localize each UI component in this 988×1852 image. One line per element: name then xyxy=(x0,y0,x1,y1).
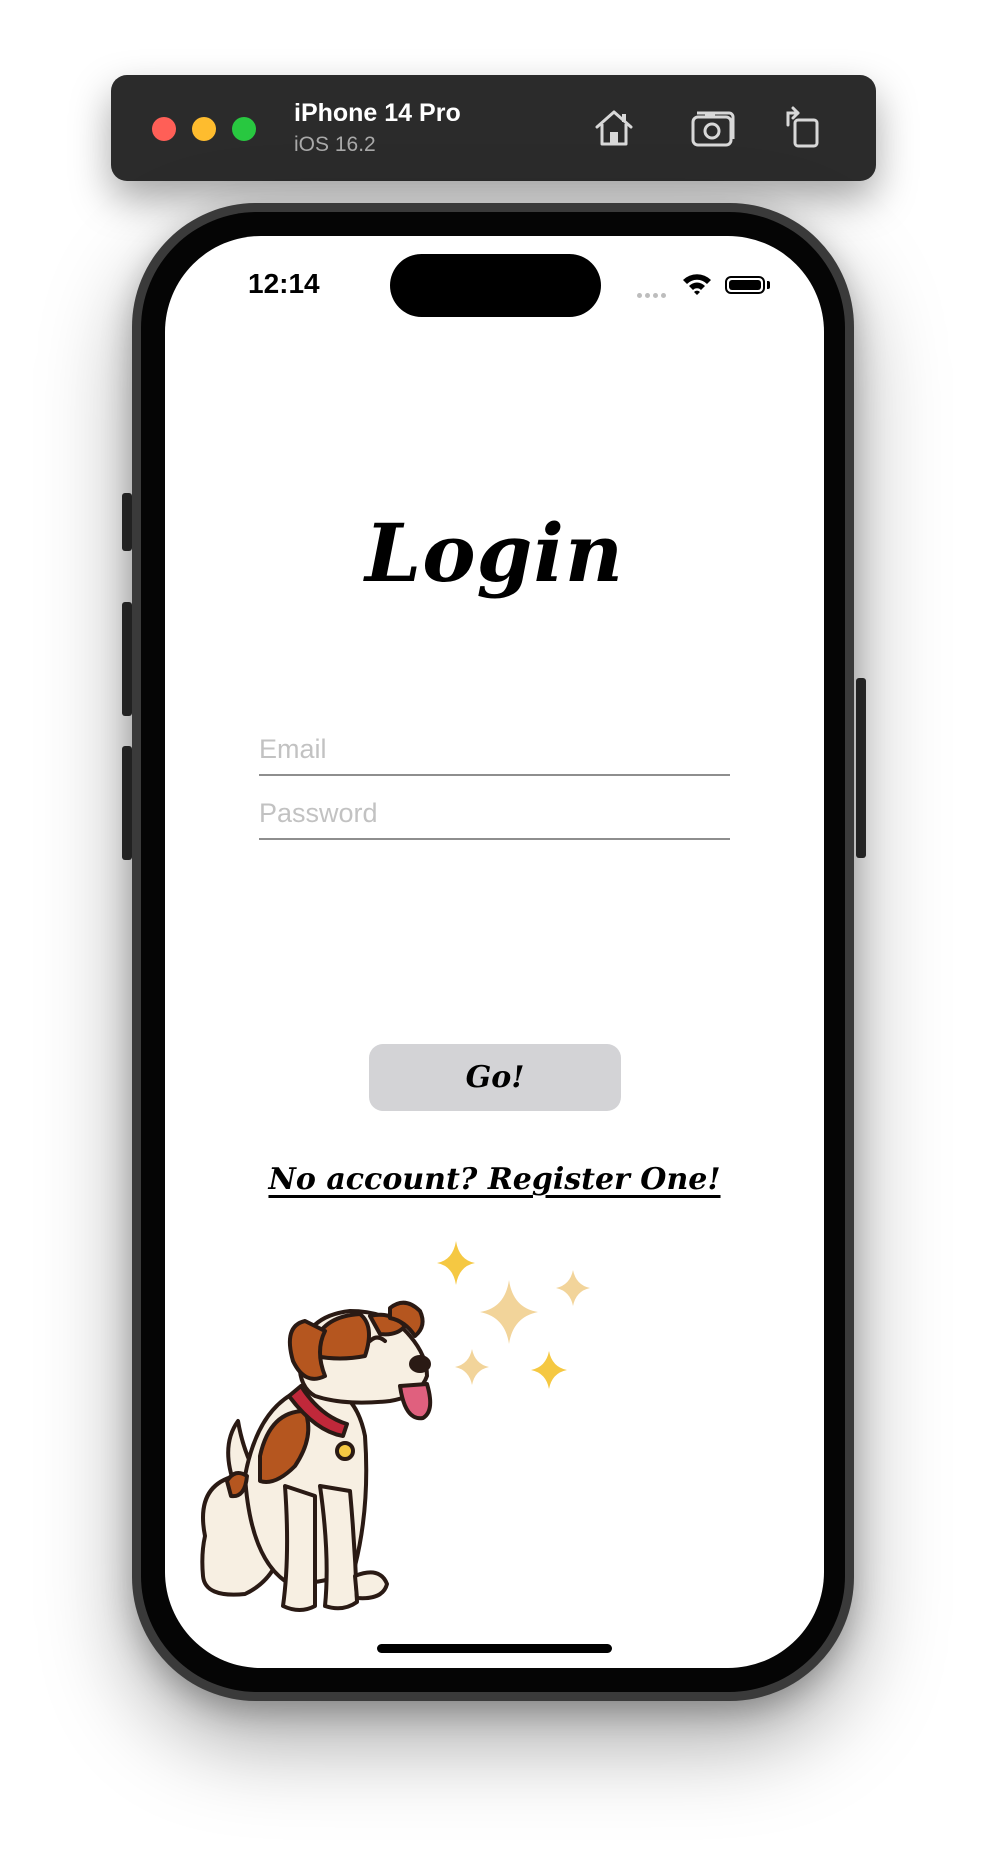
sparkle-5 xyxy=(531,1351,567,1389)
cellular-signal-icon xyxy=(637,285,669,303)
power-button xyxy=(856,678,866,858)
sparkle-3 xyxy=(556,1270,590,1306)
rotate-button[interactable] xyxy=(778,103,828,153)
mute-switch xyxy=(122,493,132,551)
sparkles xyxy=(437,1241,590,1389)
device-name: iPhone 14 Pro xyxy=(294,99,461,127)
os-version: iOS 16.2 xyxy=(294,133,376,156)
volume-up-button xyxy=(122,602,132,716)
go-button[interactable]: Go! xyxy=(369,1044,621,1111)
phone-screen: 12:14 Login Go! No account? Register One… xyxy=(165,236,824,1668)
status-time: 12:14 xyxy=(248,268,320,299)
home-indicator[interactable] xyxy=(377,1644,612,1653)
screenshot-icon xyxy=(691,111,735,147)
home-button[interactable] xyxy=(589,103,639,153)
screenshot-button[interactable] xyxy=(689,103,739,153)
sparkle-2 xyxy=(480,1280,538,1344)
dynamic-island xyxy=(390,254,601,317)
battery-icon xyxy=(725,276,765,294)
minimize-window-button[interactable] xyxy=(192,117,216,141)
sparkle-1 xyxy=(437,1241,475,1285)
sparkle-4 xyxy=(455,1349,489,1385)
zoom-window-button[interactable] xyxy=(232,117,256,141)
login-title: Login xyxy=(364,506,625,600)
dog xyxy=(200,1300,433,1612)
rotate-icon xyxy=(786,106,819,148)
home-icon xyxy=(595,110,633,146)
wifi-icon xyxy=(683,274,711,295)
email-field[interactable] xyxy=(259,724,730,776)
dog-illustration xyxy=(200,1241,590,1612)
password-field[interactable] xyxy=(259,788,730,840)
volume-down-button xyxy=(122,746,132,860)
register-link[interactable]: No account? Register One! xyxy=(165,1162,824,1197)
simulator-toolbar: iPhone 14 Pro iOS 16.2 xyxy=(111,75,876,181)
close-window-button[interactable] xyxy=(152,117,176,141)
battery-tip xyxy=(767,281,770,289)
